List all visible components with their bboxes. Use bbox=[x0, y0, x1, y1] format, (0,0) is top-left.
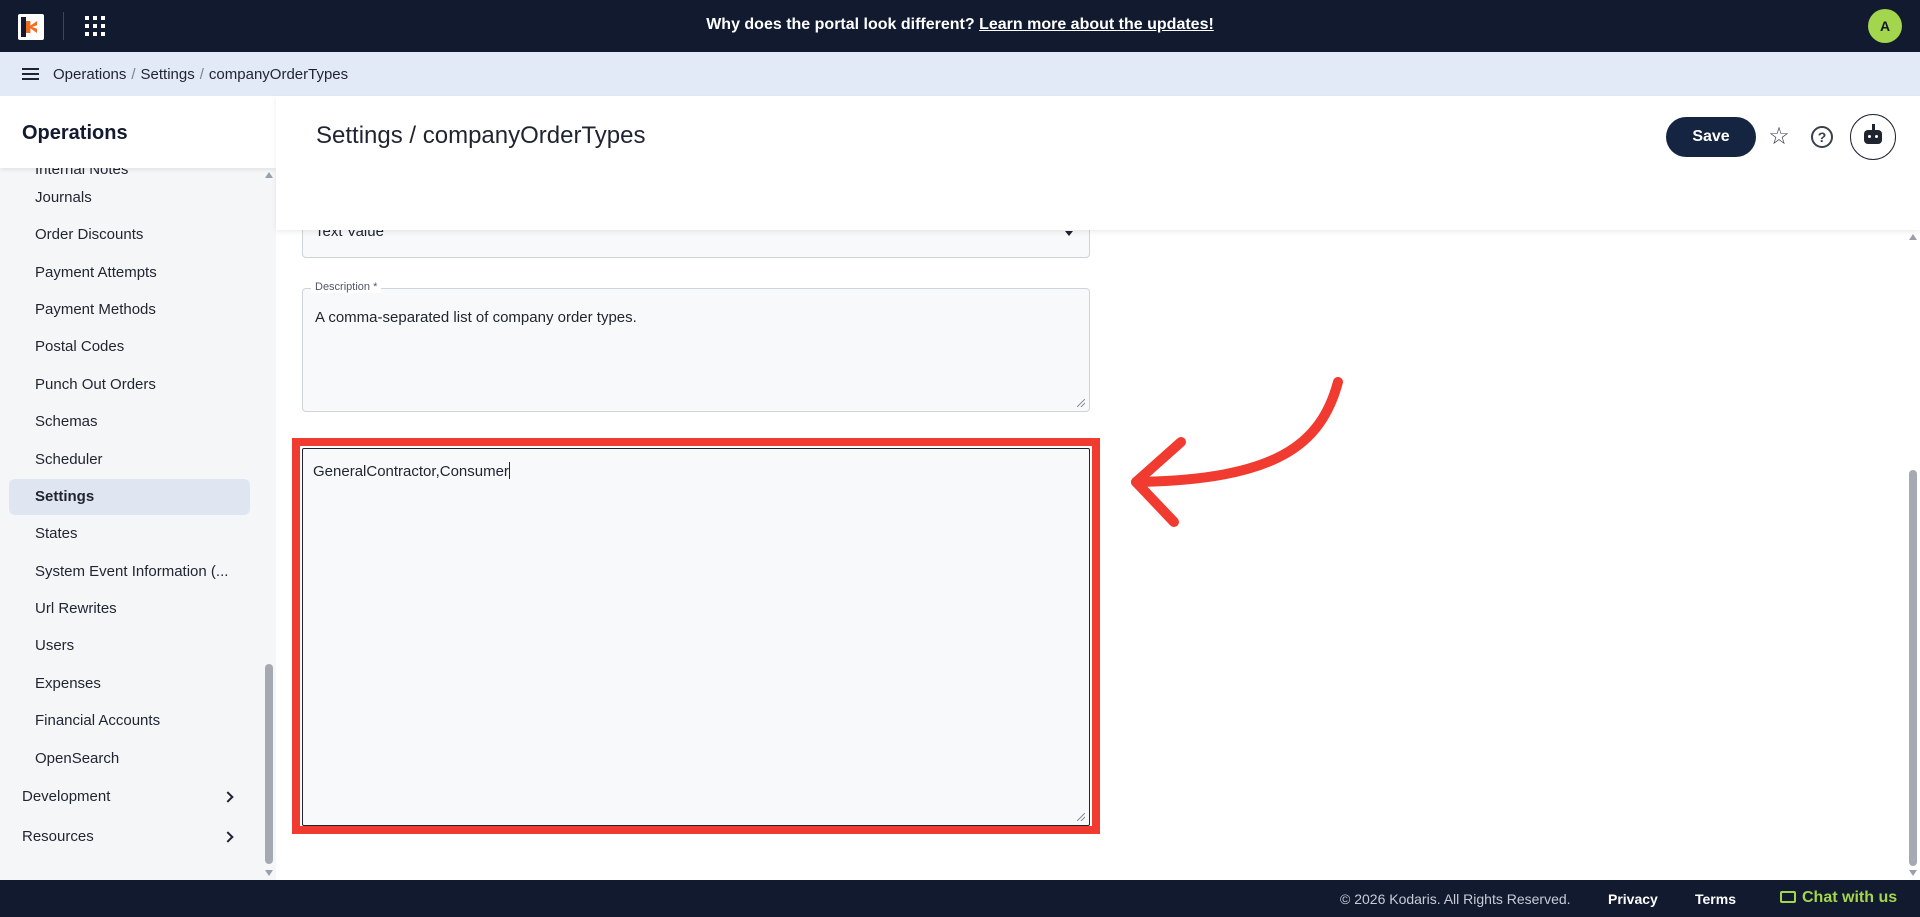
value-textarea[interactable]: GeneralContractor,Consumer bbox=[302, 448, 1090, 826]
description-label: Description * bbox=[311, 281, 382, 293]
sidebar-item-payment-attempts[interactable]: Payment Attempts bbox=[9, 255, 250, 291]
sidebar-item-punch-out-orders[interactable]: Punch Out Orders bbox=[9, 367, 250, 403]
sidebar-title: Operations bbox=[22, 122, 128, 144]
scroll-down-arrow-icon[interactable] bbox=[265, 870, 273, 876]
settings-form: Text Value Description * A comma-separat… bbox=[276, 230, 1906, 880]
type-select[interactable]: Text Value bbox=[302, 230, 1090, 258]
sidebar-item-states[interactable]: States bbox=[9, 516, 250, 552]
main-scroll-thumb[interactable] bbox=[1909, 470, 1917, 866]
sidebar-group-development[interactable]: Development bbox=[0, 779, 240, 815]
scroll-down-arrow-icon[interactable] bbox=[1909, 870, 1917, 876]
sidebar-item-journals[interactable]: Journals bbox=[9, 180, 250, 216]
sidebar-item-url-rewrites[interactable]: Url Rewrites bbox=[9, 591, 250, 627]
curved-arrow-icon bbox=[1131, 377, 1343, 527]
announcement-banner: Why does the portal look different? Lear… bbox=[0, 16, 1920, 34]
help-icon[interactable]: ? bbox=[1811, 126, 1833, 148]
terms-link[interactable]: Terms bbox=[1695, 891, 1736, 907]
description-value: A comma-separated list of company order … bbox=[315, 309, 637, 326]
bot-icon[interactable] bbox=[1850, 114, 1896, 160]
announcement-link[interactable]: Learn more about the updates! bbox=[979, 16, 1214, 33]
sidebar-item-postal-codes[interactable]: Postal Codes bbox=[9, 329, 250, 365]
top-bar: Why does the portal look different? Lear… bbox=[0, 0, 1920, 52]
announcement-text: Why does the portal look different? bbox=[706, 16, 975, 33]
scroll-up-arrow-icon[interactable] bbox=[1909, 234, 1917, 240]
sidebar-item-order-discounts[interactable]: Order Discounts bbox=[9, 217, 250, 253]
page-title: Settings / companyOrderTypes bbox=[316, 122, 646, 149]
chevron-right-icon bbox=[222, 831, 234, 843]
sidebar-group-label: Development bbox=[22, 788, 111, 805]
sidebar-scrollbar[interactable] bbox=[262, 168, 276, 880]
star-icon[interactable]: ☆ bbox=[1766, 124, 1792, 150]
sidebar-list: Internal Notes Journals Order Discounts … bbox=[0, 168, 262, 880]
sidebar-header: Operations bbox=[0, 96, 276, 168]
chat-icon bbox=[1780, 891, 1796, 903]
value-text: GeneralContractor,Consumer bbox=[313, 462, 510, 480]
sidebar-item-expenses[interactable]: Expenses bbox=[9, 666, 250, 702]
sidebar-item-opensearch[interactable]: OpenSearch bbox=[9, 741, 250, 777]
copyright-text: © 2026 Kodaris. All Rights Reserved. bbox=[1340, 891, 1571, 907]
sidebar-group-label: Resources bbox=[22, 828, 94, 845]
resize-grip-icon[interactable] bbox=[1077, 813, 1085, 821]
main-scrollbar[interactable] bbox=[1906, 230, 1920, 880]
description-field[interactable]: Description * A comma-separated list of … bbox=[302, 281, 1090, 412]
save-button[interactable]: Save bbox=[1666, 117, 1756, 157]
type-select-value: Text Value bbox=[315, 230, 384, 240]
chevron-down-icon bbox=[1065, 231, 1073, 236]
scroll-up-arrow-icon[interactable] bbox=[265, 172, 273, 178]
sidebar-item-payment-methods[interactable]: Payment Methods bbox=[9, 292, 250, 328]
menu-icon[interactable] bbox=[22, 68, 39, 80]
sidebar-item-users[interactable]: Users bbox=[9, 628, 250, 664]
sidebar-item-settings[interactable]: Settings bbox=[9, 479, 250, 515]
avatar[interactable]: A bbox=[1868, 9, 1902, 43]
chat-button[interactable]: Chat with us bbox=[1780, 889, 1897, 907]
breadcrumb-operations[interactable]: Operations bbox=[53, 66, 126, 83]
resize-grip-icon[interactable] bbox=[1077, 399, 1085, 407]
chevron-right-icon bbox=[222, 791, 234, 803]
privacy-link[interactable]: Privacy bbox=[1608, 891, 1658, 907]
text-cursor bbox=[508, 462, 510, 479]
breadcrumb: Operations / Settings / companyOrderTypes bbox=[53, 66, 349, 83]
breadcrumb-current: companyOrderTypes bbox=[208, 66, 349, 83]
sidebar-item-scheduler[interactable]: Scheduler bbox=[9, 442, 250, 478]
breadcrumb-bar: Operations / Settings / companyOrderTypes bbox=[0, 52, 1920, 96]
sidebar-item-schemas[interactable]: Schemas bbox=[9, 404, 250, 440]
sidebar-item-financial-accounts[interactable]: Financial Accounts bbox=[9, 703, 250, 739]
sidebar-group-resources[interactable]: Resources bbox=[0, 819, 240, 855]
page-header: Settings / companyOrderTypes Save ☆ ? bbox=[276, 96, 1920, 230]
sidebar: Operations Internal Notes Journals Order… bbox=[0, 96, 276, 880]
breadcrumb-settings[interactable]: Settings bbox=[141, 66, 195, 83]
footer: © 2026 Kodaris. All Rights Reserved. Pri… bbox=[0, 880, 1920, 917]
sidebar-item-system-event-information[interactable]: System Event Information (... bbox=[9, 554, 250, 590]
sidebar-scroll-thumb[interactable] bbox=[265, 664, 273, 864]
chat-label: Chat with us bbox=[1802, 889, 1898, 906]
